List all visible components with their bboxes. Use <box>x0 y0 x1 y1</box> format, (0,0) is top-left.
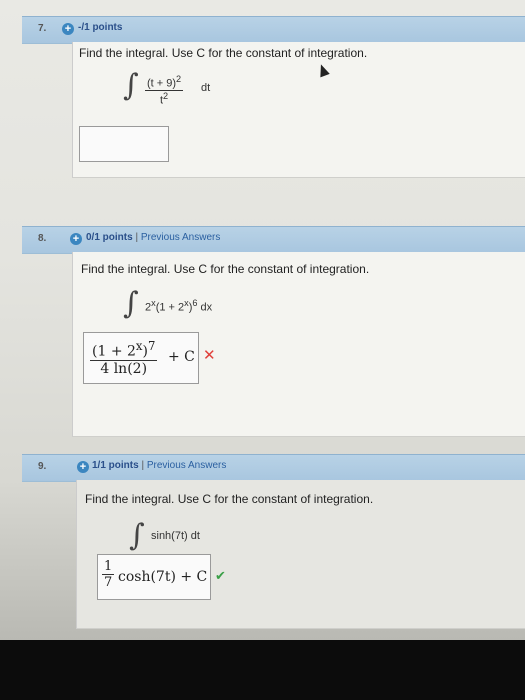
points-label: 1/1 points | Previous Answers <box>92 460 227 471</box>
separator: | <box>135 232 139 243</box>
points-label: -/1 points <box>78 22 123 33</box>
previous-answers-link[interactable]: Previous Answers <box>147 460 226 471</box>
screen: 7. + -/1 points Find the integral. Use C… <box>0 0 525 640</box>
question-7: 7. + -/1 points Find the integral. Use C… <box>0 8 525 190</box>
expand-icon[interactable]: + <box>70 233 82 245</box>
question-8: 8. + 0/1 points | Previous Answers Find … <box>0 218 525 440</box>
differential: dt <box>201 82 211 94</box>
expand-icon[interactable]: + <box>77 461 89 473</box>
question-number: 8. <box>38 233 47 244</box>
answer-fraction: 1 7 <box>102 559 115 590</box>
correct-check-icon: ✔ <box>215 568 226 583</box>
answer-input[interactable] <box>79 126 169 162</box>
question-prompt: Find the integral. Use C for the constan… <box>79 46 368 60</box>
integrand-fraction: (t + 9)2 t2 <box>145 74 184 107</box>
incorrect-x-icon: ✕ <box>203 347 216 364</box>
question-prompt: Find the integral. Use C for the constan… <box>81 262 370 276</box>
question-9: 9. + 1/1 points | Previous Answers Find … <box>0 448 525 629</box>
answer-constant: + C <box>168 349 195 365</box>
points-label: 0/1 points | Previous Answers <box>86 232 221 243</box>
answer-field[interactable]: 1 7 cosh(7t) + C <box>97 554 211 600</box>
question-9-header: 9. + 1/1 points | Previous Answers <box>22 454 525 482</box>
question-7-header: 7. + -/1 points <box>22 16 525 44</box>
separator: | <box>141 460 145 471</box>
integral-sign: ∫ <box>123 286 139 321</box>
question-7-body: Find the integral. Use C for the constan… <box>72 42 525 178</box>
question-number: 7. <box>38 23 47 34</box>
question-prompt: Find the integral. Use C for the constan… <box>85 492 374 506</box>
expand-icon[interactable]: + <box>62 23 74 35</box>
previous-answers-link[interactable]: Previous Answers <box>141 232 220 243</box>
answer-body: cosh(7t) + C <box>118 569 208 585</box>
answer-fraction: (1 + 2x)7 4 ln(2) <box>90 339 158 377</box>
integrand: sinh(7t) dt <box>151 530 200 542</box>
integral-sign: ∫ <box>129 518 145 553</box>
question-8-body: Find the integral. Use C for the constan… <box>72 252 525 437</box>
answer-field[interactable]: (1 + 2x)7 4 ln(2) + C <box>83 332 199 384</box>
question-8-header: 8. + 0/1 points | Previous Answers <box>22 226 525 254</box>
integral-sign: ∫ <box>123 68 139 103</box>
integrand: 2x(1 + 2x)6 dx <box>145 298 213 314</box>
question-number: 9. <box>38 461 47 472</box>
question-9-body: Find the integral. Use C for the constan… <box>76 480 525 629</box>
